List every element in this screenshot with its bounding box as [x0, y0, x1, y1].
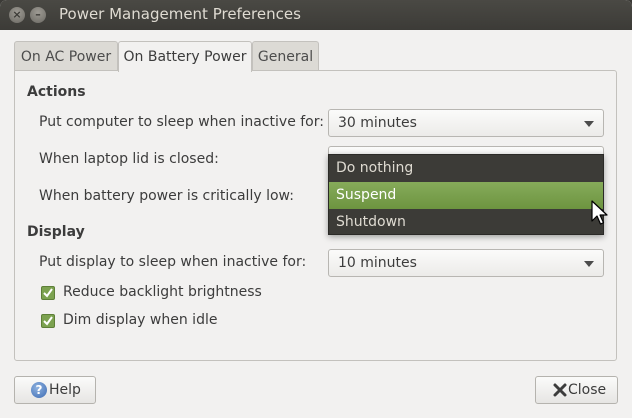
chevron-down-icon: [584, 261, 594, 267]
power-management-window: × – Power Management Preferences On AC P…: [0, 0, 632, 418]
help-button-label: Help: [49, 382, 81, 398]
mouse-pointer-icon: [591, 200, 608, 225]
close-x-icon: [553, 383, 567, 397]
menu-item-do-nothing[interactable]: Do nothing: [329, 155, 603, 182]
menu-item-suspend[interactable]: Suspend: [329, 182, 603, 209]
window-title: Power Management Preferences: [59, 5, 301, 23]
sleep-inactive-combo[interactable]: 30 minutes: [328, 109, 604, 137]
tab-on-ac-power[interactable]: On AC Power: [14, 41, 118, 71]
checkmark-icon: [43, 316, 53, 326]
dim-display-checkbox[interactable]: [41, 314, 55, 328]
window-minimize-icon[interactable]: –: [30, 7, 46, 23]
help-icon: ?: [31, 382, 47, 398]
sleep-inactive-value: 30 minutes: [338, 115, 417, 131]
lid-action-dropdown-menu: Do nothing Suspend Shutdown: [328, 154, 604, 235]
critical-battery-label: When battery power is critically low:: [39, 188, 294, 204]
window-close-icon[interactable]: ×: [9, 7, 25, 23]
lid-closed-label: When laptop lid is closed:: [39, 151, 219, 167]
display-sleep-label: Put display to sleep when inactive for:: [39, 254, 307, 270]
tab-general[interactable]: General: [252, 41, 319, 71]
tab-on-battery-power[interactable]: On Battery Power: [118, 41, 252, 72]
close-button-label: Close: [568, 382, 607, 398]
dim-display-label[interactable]: Dim display when idle: [63, 312, 217, 328]
display-sleep-value: 10 minutes: [338, 255, 417, 271]
title-bar[interactable]: × – Power Management Preferences: [0, 0, 632, 30]
menu-item-shutdown[interactable]: Shutdown: [329, 209, 603, 236]
display-sleep-combo[interactable]: 10 minutes: [328, 249, 604, 277]
chevron-down-icon: [584, 121, 594, 127]
close-button[interactable]: Close: [535, 376, 618, 404]
reduce-backlight-checkbox[interactable]: [41, 286, 55, 300]
display-heading: Display: [27, 224, 85, 240]
actions-heading: Actions: [27, 84, 86, 100]
reduce-backlight-label[interactable]: Reduce backlight brightness: [63, 284, 262, 300]
checkmark-icon: [43, 288, 53, 298]
help-button[interactable]: ? Help: [14, 376, 96, 404]
sleep-inactive-label: Put computer to sleep when inactive for:: [39, 114, 324, 130]
